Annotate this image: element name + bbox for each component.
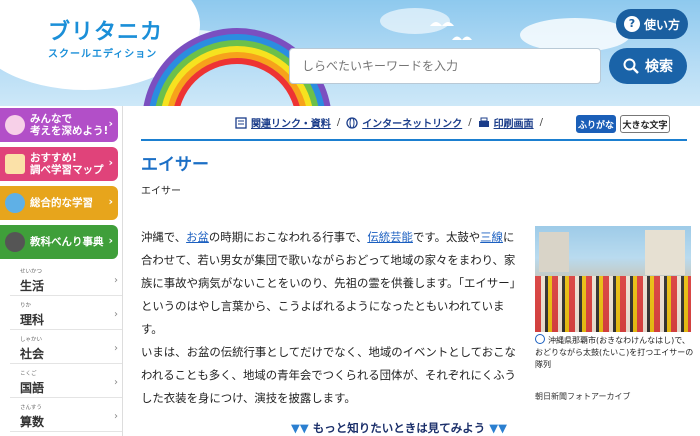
- text: です。太鼓や: [412, 230, 481, 244]
- magnify-icon: [535, 334, 545, 344]
- caption-text: 沖縄県那覇市(おきなわけんなはし)で、おどりながら太鼓(たいこ)を打つエイサーの…: [535, 336, 694, 369]
- print-link-label: 印刷画面: [493, 119, 534, 130]
- sidebar-promo-subject-dictionary[interactable]: 教科べんり事典 ›: [0, 225, 118, 259]
- sidebar-promo-discuss[interactable]: みんなで 考えを深めよう! ›: [0, 108, 118, 142]
- ruby: こくご: [20, 371, 37, 377]
- sidebar-item-math[interactable]: さんすう 算数 ›: [10, 400, 122, 432]
- globe-icon: [5, 193, 25, 213]
- internet-link[interactable]: インターネットリンク: [346, 115, 462, 130]
- chevron-right-icon: ›: [114, 411, 118, 422]
- text: 沖縄で、: [141, 230, 187, 244]
- help-button[interactable]: ? 使い方: [616, 9, 688, 39]
- promo-label: おすすめ! 調べ学習マップ: [30, 151, 104, 176]
- photo-credit: 朝日新聞フォトアーカイブ: [535, 392, 631, 401]
- chevron-right-icon: ›: [108, 117, 113, 130]
- article-title: エイサー: [141, 155, 209, 175]
- see-more-label: もっと知りたいときは見てみよう: [312, 421, 486, 435]
- separator: /: [539, 117, 543, 128]
- separator: /: [336, 117, 341, 128]
- globe-icon: [346, 116, 358, 129]
- ruby: りか: [20, 303, 32, 309]
- document-icon: [235, 116, 247, 129]
- building: [645, 230, 685, 275]
- chevron-right-icon: ›: [114, 377, 118, 388]
- dancers-crowd: [535, 276, 691, 332]
- furigana-toggle[interactable]: ふりがな: [576, 115, 616, 133]
- sidebar-promo-research-map[interactable]: おすすめ! 調べ学習マップ ›: [0, 147, 118, 181]
- promo-label: 総合的な学習: [30, 196, 93, 209]
- chevron-right-icon: ›: [114, 275, 118, 286]
- search-input[interactable]: [290, 49, 600, 83]
- eisa-photo[interactable]: [535, 226, 691, 332]
- link-sanshin[interactable]: 三線: [480, 230, 503, 244]
- promo-label: みんなで 考えを深めよう!: [30, 112, 109, 137]
- chevron-right-icon: ›: [108, 234, 113, 247]
- question-icon: ?: [623, 16, 640, 32]
- large-text-toggle[interactable]: 大きな文字: [620, 115, 670, 133]
- sidebar-item-label: 国語: [20, 381, 45, 395]
- sidebar-item-life[interactable]: せいかつ 生活 ›: [10, 264, 122, 296]
- sidebar: みんなで 考えを深めよう! › おすすめ! 調べ学習マップ › 総合的な学習 ›…: [0, 106, 122, 436]
- ruby: しゃかい: [20, 337, 43, 343]
- book-icon: [5, 154, 25, 174]
- triangle-down-icon: ▼▼: [489, 421, 507, 435]
- sidebar-item-label: 算数: [20, 415, 45, 429]
- link-obon[interactable]: お盆: [186, 230, 209, 244]
- article-subtitle: エイサー: [141, 186, 181, 197]
- link-traditional-arts[interactable]: 伝統芸能: [367, 230, 413, 244]
- search-icon: [623, 58, 639, 74]
- sidebar-item-label: 社会: [20, 347, 45, 361]
- microscope-icon: [5, 232, 25, 252]
- cloud: [520, 18, 630, 52]
- chevron-right-icon: ›: [114, 343, 118, 354]
- search-button-label: 検索: [645, 59, 673, 75]
- logo-sub: スクールエディション: [48, 49, 158, 60]
- print-link[interactable]: 印刷画面: [478, 115, 534, 130]
- title-divider: [141, 139, 687, 141]
- chevron-right-icon: ›: [108, 156, 113, 169]
- search-button[interactable]: 検索: [609, 48, 687, 84]
- sidebar-item-label: 生活: [20, 279, 45, 293]
- sidebar-item-science[interactable]: りか 理科 ›: [10, 298, 122, 330]
- chevron-right-icon: ›: [108, 195, 113, 208]
- related-links-link[interactable]: 関連リンク・資料: [235, 115, 331, 130]
- building: [539, 232, 569, 272]
- search-box: [289, 48, 601, 84]
- sidebar-item-label: 理科: [20, 313, 45, 327]
- header: ブリタニカ スクールエディション ? 使い方 検索: [0, 0, 700, 106]
- ruby: せいかつ: [20, 269, 43, 275]
- help-label: 使い方: [643, 17, 680, 32]
- paragraph: いまは、お盆の伝統行事としてだけでなく、地域のイベントとしておこなわれることも多…: [141, 345, 516, 405]
- sidebar-item-japanese[interactable]: こくご 国語 ›: [10, 366, 122, 398]
- photo-caption: 沖縄県那覇市(おきなわけんなはし)で、おどりながら太鼓(たいこ)を打つエイサーの…: [535, 334, 695, 371]
- text: に合わせて、若い男女が集団で歌いながらおどって地域の家々をまわり、家族に事故や病…: [141, 230, 516, 336]
- see-more-heading: ▼▼ もっと知りたいときは見てみよう ▼▼: [291, 420, 507, 436]
- sidebar-promo-integrated[interactable]: 総合的な学習 ›: [0, 186, 118, 220]
- related-links-label: 関連リンク・資料: [251, 119, 331, 130]
- chevron-right-icon: ›: [114, 309, 118, 320]
- birds-icon: [430, 22, 472, 40]
- britannica-logo[interactable]: ブリタニカ スクールエディション: [48, 14, 163, 60]
- ruby: さんすう: [20, 405, 42, 411]
- separator: /: [468, 117, 472, 128]
- promo-label: 教科べんり事典: [30, 235, 104, 248]
- internet-link-label: インターネットリンク: [362, 119, 463, 130]
- print-icon: [478, 117, 489, 127]
- sidebar-item-social[interactable]: しゃかい 社会 ›: [10, 332, 122, 364]
- article-panel: 関連リンク・資料 / インターネットリンク / 印刷画面 / ふりがな 大きな文…: [122, 106, 700, 436]
- logo-main: ブリタニカ: [48, 20, 164, 45]
- people-icon: [5, 115, 25, 135]
- article-body: 沖縄で、お盆の時期におこなわれる行事で、伝統芸能です。太鼓や三線に合わせて、若い…: [141, 226, 517, 410]
- text: の時期におこなわれる行事で、: [208, 230, 368, 244]
- paragraph: 沖縄で、お盆の時期におこなわれる行事で、伝統芸能です。太鼓や三線に合わせて、若い…: [141, 226, 517, 341]
- triangle-down-icon: ▼▼: [291, 421, 309, 435]
- article-toolbar: 関連リンク・資料 / インターネットリンク / 印刷画面 /: [235, 115, 549, 130]
